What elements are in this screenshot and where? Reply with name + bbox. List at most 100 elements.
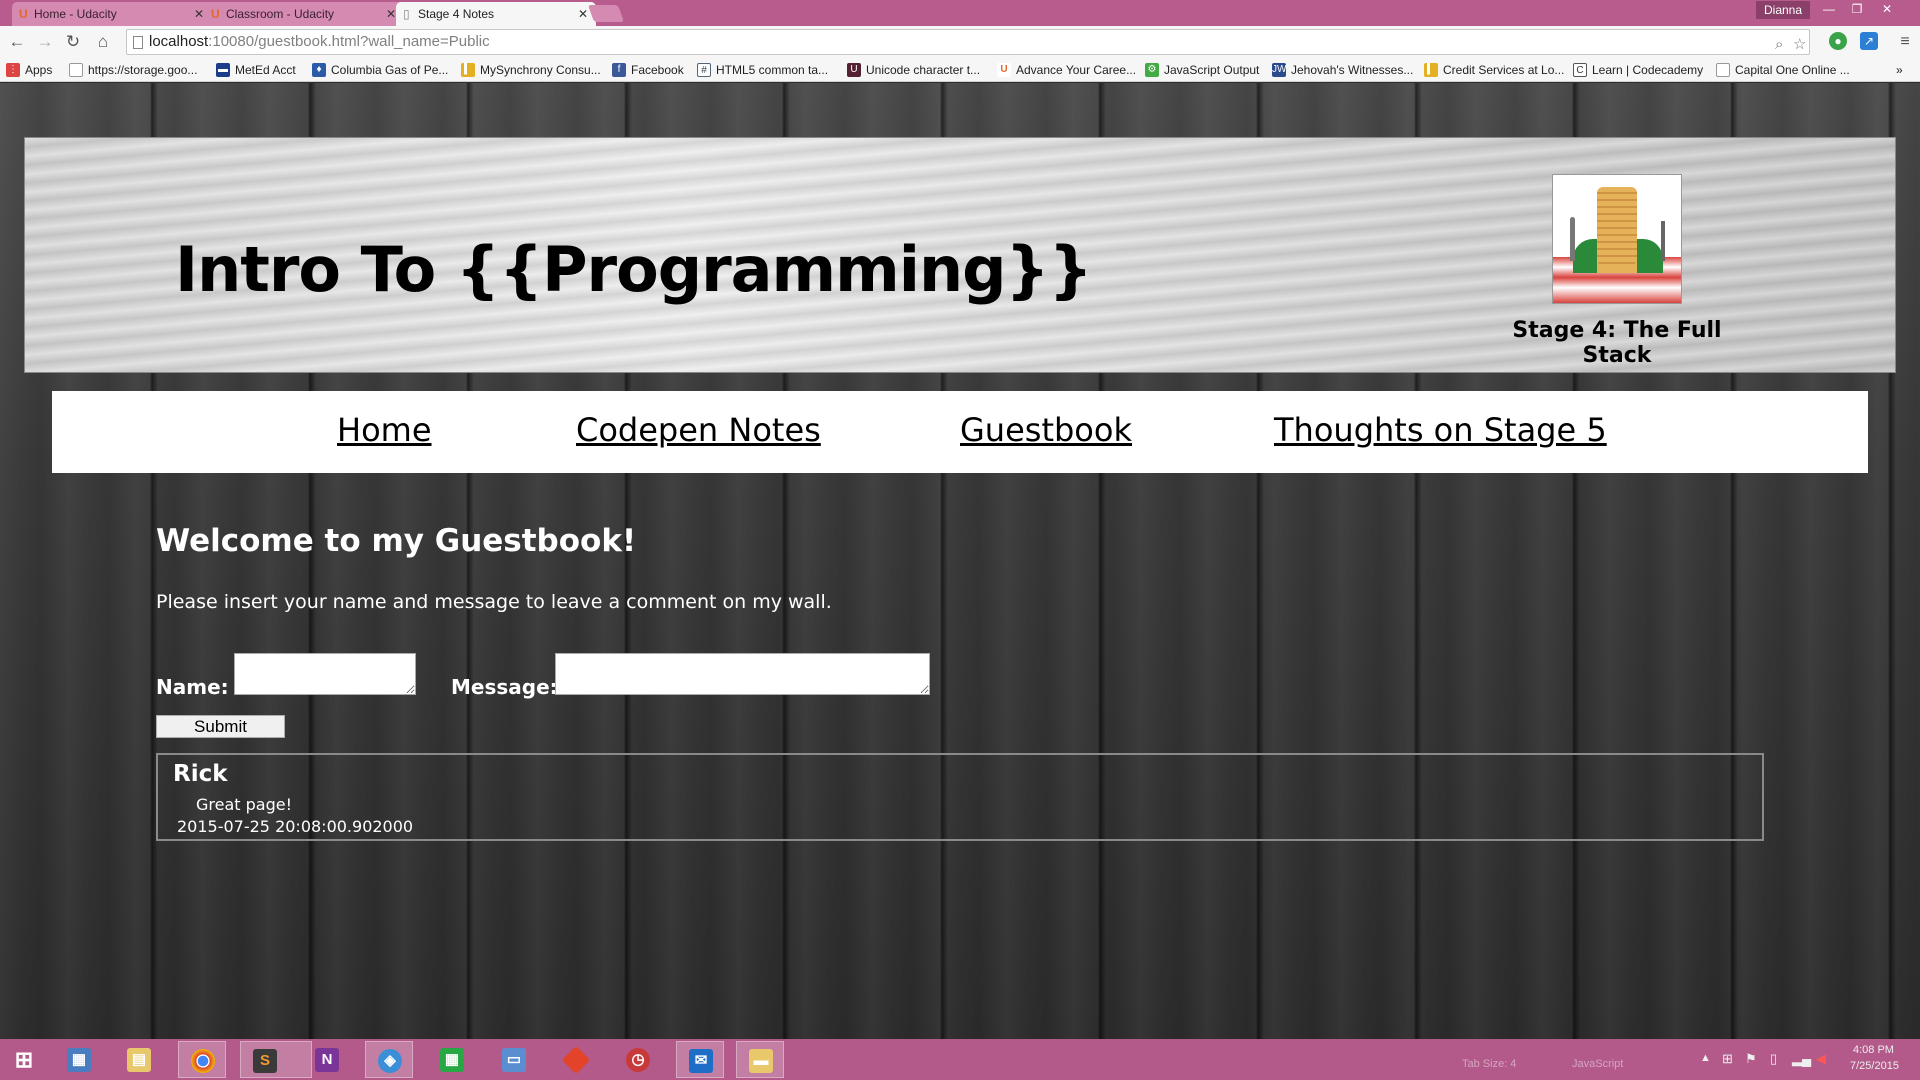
taskbar-folder[interactable]: ▬ (736, 1041, 784, 1078)
comment-item: Rick Great page! 2015-07-25 20:08:00.902… (156, 753, 1764, 841)
pancake-stack-image (1552, 174, 1682, 304)
meted-icon: ▬ (216, 63, 230, 77)
battery-icon[interactable]: ▯ (1770, 1051, 1777, 1067)
home-icon[interactable]: ⌂ (92, 31, 114, 53)
submit-button[interactable]: Submit (156, 715, 285, 738)
site-title: Intro To {{Programming}} (175, 233, 1093, 306)
taskbar-chrome[interactable] (178, 1041, 226, 1078)
reload-icon[interactable]: ↻ (62, 31, 84, 53)
bookmark-item[interactable]: ▍ MySynchrony Consu... (461, 62, 601, 78)
bookmark-item[interactable]: C Learn | Codecademy (1573, 62, 1703, 78)
page-icon (1716, 63, 1730, 77)
site-nav: Home Codepen Notes Guestbook Thoughts on… (52, 391, 1868, 473)
taskbar-network[interactable]: ◈ (365, 1041, 413, 1078)
mail-icon: ✉ (689, 1049, 713, 1073)
taskbar-sublime-text[interactable]: S (240, 1041, 312, 1078)
taskbar-explorer[interactable]: ▦ (55, 1041, 103, 1078)
windows-icon: ⊞ (14, 1047, 34, 1072)
taskbar-alarms[interactable]: ◷ (614, 1041, 662, 1078)
gas-flame-icon: ♦ (312, 63, 326, 77)
bookmark-item[interactable]: ▍ Credit Services at Lo... (1424, 62, 1564, 78)
taskbar-mail[interactable]: ✉ (676, 1041, 724, 1078)
bookmarks-overflow-button[interactable]: » (1896, 62, 1903, 78)
sublime-text-icon: S (253, 1049, 277, 1073)
bookmark-item[interactable]: f Facebook (612, 62, 684, 78)
remote-desktop-icon: ▭ (502, 1048, 526, 1072)
unicode-icon: U (847, 63, 861, 77)
grid-icon: # (697, 63, 711, 77)
synchrony-icon: ▍ (461, 63, 475, 77)
maximize-icon[interactable]: ❐ (1844, 0, 1870, 20)
comment-author: Rick (173, 761, 228, 787)
tab-title: Classroom - Udacity (226, 7, 335, 21)
close-icon[interactable]: ✕ (578, 2, 588, 26)
tab-stage-4-notes[interactable]: ▯ Stage 4 Notes ✕ (396, 2, 596, 26)
extension-icon[interactable]: ● (1829, 32, 1847, 50)
start-button[interactable]: ⊞ (0, 1041, 48, 1078)
name-field[interactable] (234, 653, 416, 695)
close-icon[interactable]: ✕ (194, 2, 204, 26)
bookmark-item[interactable]: ▬ MetEd Acct (216, 62, 296, 78)
bookmark-item[interactable]: U Advance Your Caree... (997, 62, 1136, 78)
chrome-icon (191, 1049, 215, 1073)
browser-toolbar: ← → ↻ ⌂ localhost:10080/guestbook.html?w… (0, 26, 1920, 58)
synchrony-icon: ▍ (1424, 63, 1438, 77)
clock-time[interactable]: 4:08 PM (1853, 1044, 1894, 1056)
page-viewport: Intro To {{Programming}} Stage 4: The Fu… (0, 83, 1920, 1039)
comment-date: 2015-07-25 20:08:00.902000 (177, 817, 414, 836)
search-icon[interactable]: ⌕ (1775, 33, 1783, 57)
nav-link-home[interactable]: Home (337, 411, 432, 449)
nav-link-codepen-notes[interactable]: Codepen Notes (576, 411, 821, 449)
tab-strip: U Home - Udacity ✕ U Classroom - Udacity… (0, 0, 1920, 26)
profile-button[interactable]: Dianna (1756, 1, 1811, 19)
flag-icon[interactable]: ⚑ (1745, 1051, 1757, 1067)
clock-date[interactable]: 7/25/2015 (1850, 1060, 1899, 1072)
bookmark-item[interactable]: Capital One Online ... (1716, 62, 1850, 78)
minimize-icon[interactable]: — (1816, 0, 1842, 20)
facebook-icon: f (612, 63, 626, 77)
bookmark-apps[interactable]: ⋮ Apps (6, 62, 52, 78)
forward-icon[interactable]: → (34, 31, 56, 53)
extension-icon[interactable]: ↗ (1860, 32, 1878, 50)
guestbook-instructions: Please insert your name and message to l… (156, 591, 832, 613)
taskbar-onenote[interactable]: N (303, 1041, 351, 1078)
udacity-icon: U (997, 63, 1011, 77)
bookmark-item[interactable]: ♦ Columbia Gas of Pe... (312, 62, 448, 78)
bookmark-item[interactable]: ⚙ JavaScript Output (1145, 62, 1259, 78)
page-icon (69, 63, 83, 77)
address-bar[interactable]: localhost:10080/guestbook.html?wall_name… (126, 29, 1810, 55)
close-icon[interactable]: ✕ (386, 2, 396, 26)
show-hidden-icons-icon[interactable]: ▲ (1700, 1052, 1711, 1064)
tab-title: Home - Udacity (34, 7, 117, 21)
menu-icon[interactable]: ≡ (1894, 31, 1916, 53)
star-icon[interactable]: ☆ (1793, 33, 1806, 57)
taskbar-calculator[interactable]: ▦ (428, 1041, 476, 1078)
bookmark-item[interactable]: # HTML5 common ta... (697, 62, 828, 78)
tab-classroom-udacity[interactable]: U Classroom - Udacity ✕ (204, 2, 404, 26)
back-icon[interactable]: ← (6, 31, 28, 53)
message-label: Message: (451, 675, 558, 699)
onenote-icon: N (315, 1048, 339, 1072)
bookmark-item[interactable]: U Unicode character t... (847, 62, 980, 78)
bookmark-item[interactable]: JW Jehovah's Witnesses... (1272, 62, 1413, 78)
apps-icon: ⋮ (6, 63, 20, 77)
taskbar: ⊞ ▦ ▤ S N ◈ ▦ ▭ ◷ ✉ ▬ Tab Size: 4 JavaSc… (0, 1039, 1920, 1080)
editor-syntax-label: JavaScript (1572, 1058, 1624, 1070)
message-field[interactable] (555, 653, 930, 695)
signal-icon[interactable]: ▂▄ (1792, 1051, 1811, 1067)
tab-home-udacity[interactable]: U Home - Udacity ✕ (12, 2, 212, 26)
nav-link-thoughts-stage-5[interactable]: Thoughts on Stage 5 (1274, 411, 1607, 449)
taskbar-file-manager[interactable]: ▤ (115, 1041, 163, 1078)
action-center-icon[interactable]: ⊞ (1722, 1051, 1733, 1067)
nav-link-guestbook[interactable]: Guestbook (960, 411, 1132, 449)
git-icon (561, 1045, 591, 1075)
editor-tab-size-label: Tab Size: 4 (1462, 1058, 1517, 1070)
file-manager-icon: ▤ (127, 1048, 151, 1072)
new-tab-button[interactable] (587, 5, 625, 22)
bookmark-item[interactable]: https://storage.goo... (69, 62, 197, 78)
close-window-icon[interactable]: ✕ (1874, 0, 1900, 20)
taskbar-remote-desktop[interactable]: ▭ (490, 1041, 538, 1078)
taskbar-git[interactable] (552, 1041, 600, 1078)
stage-label: Stage 4: The Full Stack (1512, 318, 1722, 368)
volume-icon[interactable]: ◀ (1816, 1051, 1826, 1067)
